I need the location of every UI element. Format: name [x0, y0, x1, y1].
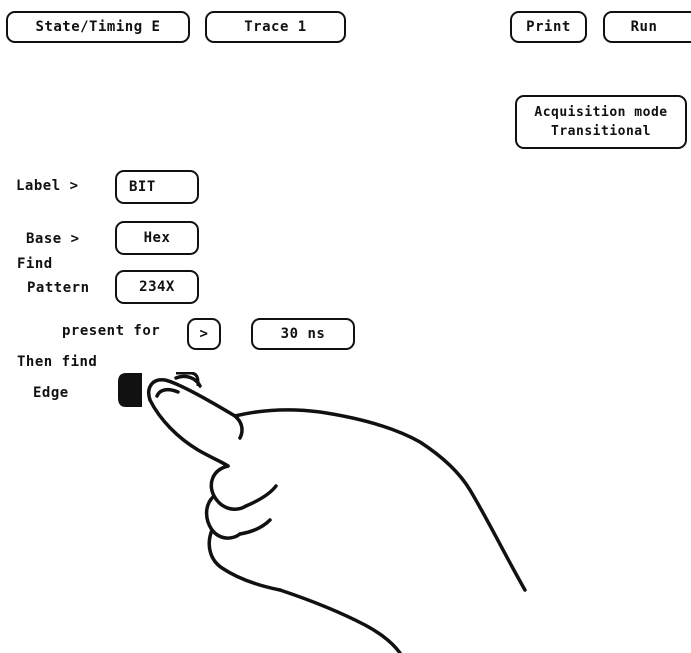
duration-field[interactable]: 30 ns — [251, 318, 355, 350]
acquisition-mode-title: Acquisition mode — [534, 105, 668, 120]
pattern-field[interactable]: 234X — [115, 270, 199, 304]
present-for-caption: present for — [62, 323, 161, 339]
base-value: Hex — [143, 230, 171, 246]
present-for-operator-button[interactable]: > — [187, 318, 221, 350]
base-caption: Base > — [26, 231, 80, 247]
then-find-caption: Then find — [17, 354, 98, 370]
label-field[interactable]: BIT — [115, 170, 199, 204]
label-value: BIT — [129, 179, 156, 195]
run-button[interactable]: Run — [603, 11, 691, 43]
edge-caption: Edge — [33, 385, 69, 401]
state-timing-menu-button[interactable]: State/Timing E — [6, 11, 190, 43]
base-field[interactable]: Hex — [115, 221, 199, 255]
print-button[interactable]: Print — [510, 11, 587, 43]
duration-value: 30 ns — [280, 326, 326, 342]
pattern-value: 234X — [139, 279, 175, 295]
acquisition-mode-field[interactable]: Acquisition mode Transitional — [515, 95, 687, 149]
trace-label: Trace 1 — [244, 19, 307, 35]
pattern-caption: Pattern — [27, 280, 90, 296]
edge-field[interactable] — [116, 371, 200, 408]
edge-field-outline — [118, 371, 200, 407]
trace-menu-button[interactable]: Trace 1 — [205, 11, 346, 43]
label-caption: Label > — [16, 178, 79, 194]
print-label: Print — [526, 19, 571, 35]
acquisition-mode-value: Transitional — [551, 124, 651, 139]
run-label: Run — [630, 19, 658, 35]
state-timing-label: State/Timing E — [35, 19, 161, 35]
find-caption: Find — [17, 256, 53, 272]
present-for-operator-value: > — [199, 326, 209, 342]
